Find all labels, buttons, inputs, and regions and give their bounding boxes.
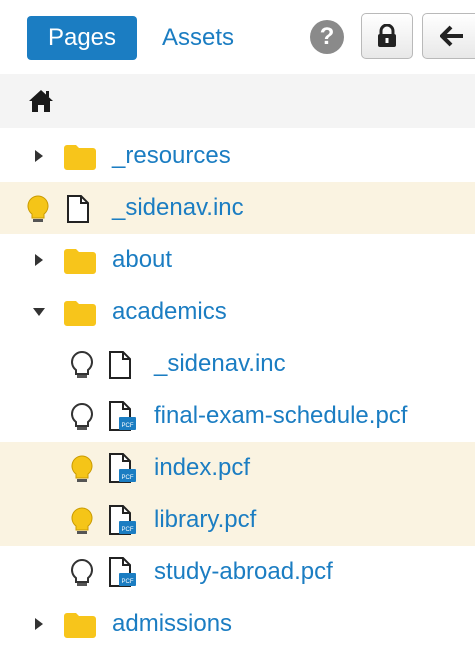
svg-text:PCF: PCF — [122, 527, 134, 533]
lightbulb-on-icon[interactable] — [26, 194, 50, 224]
tree-item-label: final-exam-schedule.pcf — [154, 402, 408, 429]
pcf-file-icon: PCF — [109, 557, 136, 587]
tree-row-resources[interactable]: _resources — [0, 130, 475, 182]
tree-item-label: _resources — [112, 142, 231, 169]
tree-row-final-exam-schedule[interactable]: PCF final-exam-schedule.pcf — [0, 390, 475, 442]
tree-item-label: admissions — [112, 610, 233, 637]
lightbulb-off-icon[interactable] — [70, 350, 94, 380]
tree-item-label: index.pcf — [154, 454, 251, 481]
tree-row-index[interactable]: PCF index.pcf — [0, 442, 475, 494]
lock-icon — [378, 24, 396, 47]
toolbar: Pages Assets ? — [0, 0, 475, 70]
tree-item-label: _sidenav.inc — [154, 350, 286, 377]
home-row[interactable] — [0, 74, 475, 128]
tree-row-academics-sidenav[interactable]: _sidenav.inc — [0, 338, 475, 390]
svg-text:PCF: PCF — [122, 475, 134, 481]
lightbulb-off-icon[interactable] — [70, 558, 94, 588]
tree-row-sidenav[interactable]: _sidenav.inc — [0, 182, 475, 234]
folder-icon — [64, 145, 96, 170]
lightbulb-on-icon[interactable] — [70, 454, 94, 484]
tree-item-label: study-abroad.pcf — [154, 558, 333, 585]
svg-text:PCF: PCF — [122, 579, 134, 585]
tree-row-study-abroad[interactable]: PCF study-abroad.pcf — [0, 546, 475, 598]
pcf-file-icon: PCF — [109, 401, 136, 431]
pcf-file-icon: PCF — [109, 453, 136, 483]
tab-pages[interactable]: Pages — [27, 16, 137, 60]
tree-row-library[interactable]: PCF library.pcf — [0, 494, 475, 546]
caret-right-icon[interactable] — [32, 149, 46, 163]
tab-assets[interactable]: Assets — [162, 16, 234, 60]
file-icon — [67, 195, 89, 223]
arrow-left-icon — [440, 25, 463, 47]
tree-item-label: library.pcf — [154, 506, 257, 533]
pcf-file-icon: PCF — [109, 505, 136, 535]
folder-icon — [64, 613, 96, 638]
tree-row-about[interactable]: about — [0, 234, 475, 286]
file-icon — [109, 351, 131, 379]
tree-item-label: _sidenav.inc — [112, 194, 244, 221]
home-icon — [29, 90, 53, 112]
tree-item-label: about — [112, 246, 173, 273]
lightbulb-on-icon[interactable] — [70, 506, 94, 536]
caret-down-icon[interactable] — [32, 305, 46, 319]
folder-open-icon — [64, 301, 96, 326]
tree-row-academics[interactable]: academics — [0, 286, 475, 338]
folder-icon — [64, 249, 96, 274]
caret-right-icon[interactable] — [32, 617, 46, 631]
svg-text:PCF: PCF — [122, 423, 134, 429]
tree-row-admissions[interactable]: admissions — [0, 598, 475, 650]
tree-item-label: academics — [112, 298, 227, 325]
caret-right-icon[interactable] — [32, 253, 46, 267]
question-circle-icon[interactable]: ? — [310, 20, 344, 54]
lock-button[interactable] — [361, 13, 413, 59]
back-button[interactable] — [422, 13, 475, 59]
lightbulb-off-icon[interactable] — [70, 402, 94, 432]
